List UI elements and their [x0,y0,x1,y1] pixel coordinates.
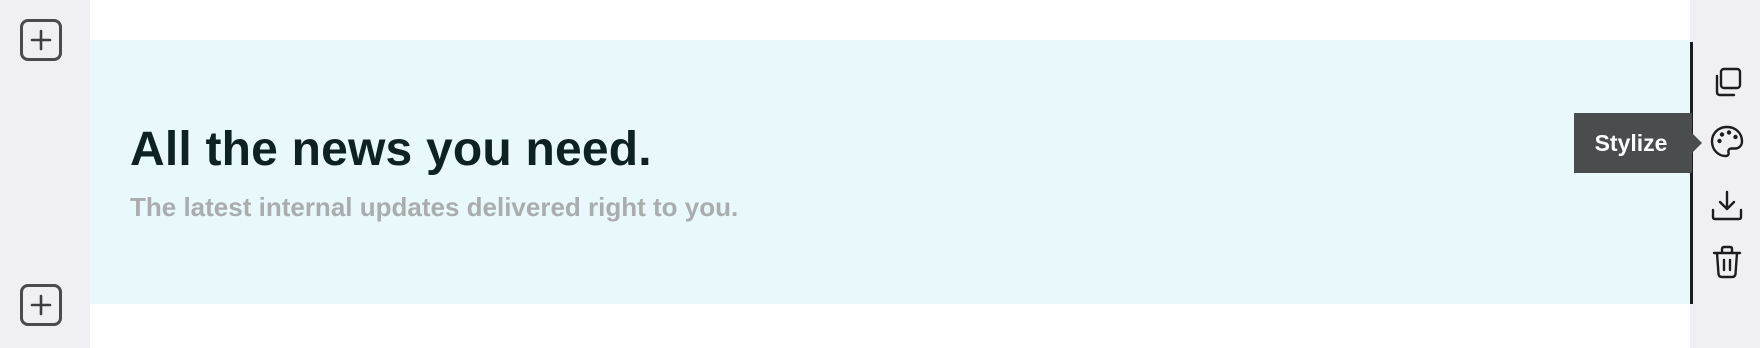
palette-icon [1710,125,1744,158]
tooltip-arrow [1691,132,1702,154]
delete-button[interactable] [1709,244,1745,280]
hero-heading[interactable]: All the news you need. [130,122,652,178]
download-icon [1711,190,1743,221]
editor-stage: All the news you need. The latest intern… [0,0,1760,348]
duplicate-button[interactable] [1709,64,1745,100]
add-block-above-button[interactable] [20,19,62,61]
add-block-below-button[interactable] [20,284,62,326]
hero-subheading[interactable]: The latest internal updates delivered ri… [130,190,738,224]
right-rail [1690,0,1760,348]
block-selection-outline [1690,42,1693,304]
stylize-button[interactable] [1709,124,1745,160]
trash-icon [1712,245,1742,279]
plus-icon [30,29,52,51]
plus-icon [30,294,52,316]
download-button[interactable] [1709,188,1745,224]
duplicate-icon [1715,67,1742,97]
stylize-tooltip: Stylize [1574,113,1692,173]
